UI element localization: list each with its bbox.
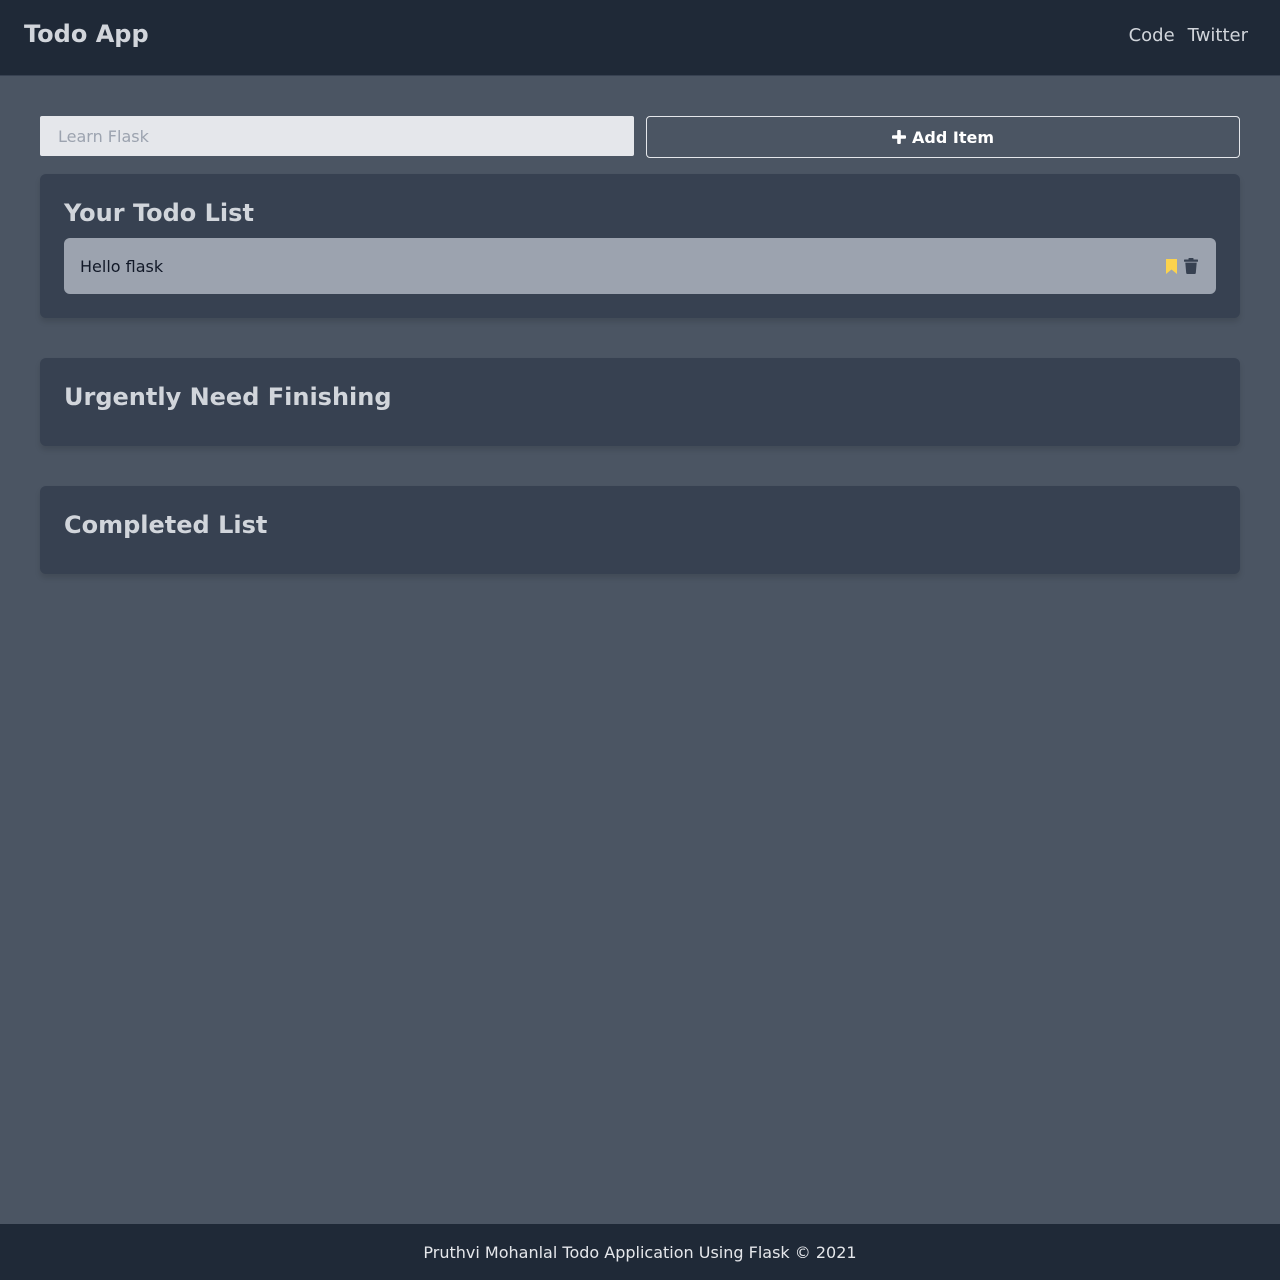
trash-icon[interactable] [1184, 258, 1198, 274]
navbar: Todo App Code Twitter [0, 0, 1280, 76]
todo-item: Hello flask [64, 238, 1216, 294]
footer: Pruthvi Mohanlal Todo Application Using … [0, 1224, 1280, 1280]
add-item-label: Add Item [912, 127, 994, 147]
nav-link-twitter[interactable]: Twitter [1188, 25, 1248, 46]
todo-item-actions [1165, 258, 1198, 275]
completed-list-card: Completed List [40, 486, 1240, 574]
todo-input[interactable] [40, 116, 634, 156]
footer-text: Pruthvi Mohanlal Todo Application Using … [423, 1242, 857, 1262]
completed-list-title: Completed List [64, 511, 268, 539]
add-item-button[interactable]: Add Item [646, 116, 1240, 158]
nav-links: Code Twitter [1129, 25, 1248, 48]
todo-list-title: Your Todo List [64, 199, 254, 227]
todo-list-card: Your Todo List Hello flask [40, 174, 1240, 318]
urgent-list-card: Urgently Need Finishing [40, 358, 1240, 446]
brand-title[interactable]: Todo App [24, 20, 149, 48]
todo-item-text: Hello flask [80, 256, 164, 276]
bookmark-icon[interactable] [1165, 258, 1178, 275]
add-item-form: Add Item [40, 116, 1240, 158]
plus-icon [892, 130, 906, 144]
urgent-list-title: Urgently Need Finishing [64, 383, 392, 411]
nav-link-code[interactable]: Code [1129, 25, 1175, 46]
